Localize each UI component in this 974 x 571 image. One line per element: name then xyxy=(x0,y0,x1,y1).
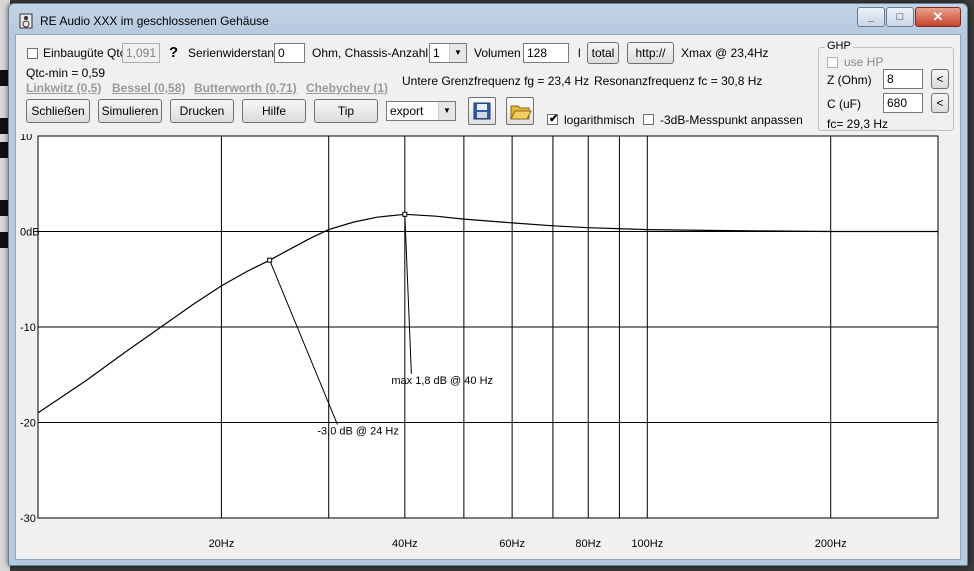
annotation-label: -3,0 dB @ 24 Hz xyxy=(317,425,398,437)
volumen-label: Volumen xyxy=(474,46,521,60)
x-tick-label: 40Hz xyxy=(392,538,418,550)
checkmark-icon: ✔ xyxy=(549,113,559,125)
simulate-button[interactable]: Simulieren xyxy=(98,99,162,123)
z-input[interactable]: 8 xyxy=(883,69,923,89)
annotation-label: max 1,8 dB @ 40 Hz xyxy=(391,375,493,387)
serienwiderstand-label: Serienwiderstand xyxy=(188,46,281,60)
z-arrow-button[interactable]: < xyxy=(931,69,949,89)
help-question-icon[interactable]: ? xyxy=(169,44,178,61)
y-tick-label: -30 xyxy=(20,513,36,525)
x-tick-label: 200Hz xyxy=(815,538,847,550)
http-button[interactable]: http:// xyxy=(627,42,674,64)
window-title: RE Audio XXX im geschlossenen Gehäuse xyxy=(40,14,269,28)
minimize-button[interactable]: _ xyxy=(857,7,885,27)
qtc-min-text: Qtc-min = 0,59 xyxy=(26,66,106,80)
usehp-checkbox[interactable] xyxy=(827,57,838,68)
c-arrow-button[interactable]: < xyxy=(931,93,949,113)
usehp-label: use HP xyxy=(844,55,884,69)
speaker-app-icon xyxy=(19,13,33,29)
x-tick-label: 20Hz xyxy=(209,538,235,550)
folder-open-icon xyxy=(510,105,532,120)
chassis-label: Ohm, Chassis-Anzahl xyxy=(312,46,429,60)
grenzfrequenz-text: Untere Grenzfrequenz fg = 23,4 Hz xyxy=(402,74,590,88)
x-tick-label: 100Hz xyxy=(631,538,663,550)
ghp-caption: GHP xyxy=(825,40,853,52)
app-window: RE Audio XXX im geschlossenen Gehäuse _ … xyxy=(8,3,968,566)
annotation-marker xyxy=(402,211,408,217)
help-button[interactable]: Hilfe xyxy=(242,99,306,123)
total-button[interactable]: total xyxy=(587,42,619,64)
floppy-disk-icon xyxy=(473,102,491,120)
frequency-response-chart: 10 0dB -10 -20 -30 20Hz 40Hz 60Hz 80Hz 100Hz 200Hz… xyxy=(20,134,939,550)
c-label: C (uF) xyxy=(827,97,861,111)
c-input[interactable]: 680 xyxy=(883,93,923,113)
chevron-down-icon: ▼ xyxy=(438,102,455,120)
chevron-down-icon: ▼ xyxy=(449,44,466,62)
client-area: Einbaugüte Qtc 1,091 ? Serienwiderstand … xyxy=(15,34,961,560)
ghp-group: GHP use HP Z (Ohm) 8 < C (uF) 680 < fc= … xyxy=(818,40,954,131)
xmax-text: Xmax @ 23,4Hz xyxy=(681,46,769,60)
link-bessel[interactable]: Bessel (0,58) xyxy=(112,81,185,95)
y-tick-label: -20 xyxy=(20,418,36,430)
resonanzfrequenz-text: Resonanzfrequenz fc = 30,8 Hz xyxy=(594,74,763,88)
db3-label: -3dB-Messpunkt anpassen xyxy=(660,113,803,127)
export-select[interactable]: export ▼ xyxy=(386,101,456,121)
link-linkwitz[interactable]: Linkwitz (0,5) xyxy=(26,81,101,95)
close-icon: ✕ xyxy=(932,9,944,24)
title-bar[interactable]: RE Audio XXX im geschlossenen Gehäuse _ … xyxy=(9,4,967,34)
chassis-select[interactable]: 1 ▼ xyxy=(429,43,467,63)
serienwiderstand-input[interactable]: 0 xyxy=(274,43,305,63)
chassis-value: 1 xyxy=(433,46,440,60)
liter-unit: l xyxy=(578,46,581,60)
maximize-button[interactable]: □ xyxy=(886,7,914,27)
y-tick-label: 10 xyxy=(20,134,32,143)
log-checkbox[interactable]: ✔ xyxy=(547,113,559,125)
open-button[interactable] xyxy=(506,97,534,125)
link-chebychev[interactable]: Chebychev (1) xyxy=(306,81,388,95)
maximize-icon: □ xyxy=(896,11,904,23)
db3-checkbox[interactable] xyxy=(643,114,654,125)
minimize-icon: _ xyxy=(867,11,875,23)
tip-button[interactable]: Tip xyxy=(314,99,378,123)
x-tick-label: 60Hz xyxy=(499,538,525,550)
volumen-input[interactable]: 128 xyxy=(523,43,569,63)
einbau-label: Einbaugüte Qtc xyxy=(43,46,126,60)
link-butterworth[interactable]: Butterworth (0,71) xyxy=(194,81,297,95)
qtc-input[interactable]: 1,091 xyxy=(122,43,160,63)
y-tick-label: -10 xyxy=(20,322,36,334)
z-label: Z (Ohm) xyxy=(827,73,872,87)
save-button[interactable] xyxy=(468,97,496,125)
export-value: export xyxy=(390,104,424,118)
close-window-button[interactable]: ✕ xyxy=(915,7,961,27)
annotation-marker xyxy=(267,257,273,263)
close-button[interactable]: Schließen xyxy=(26,99,90,123)
log-label: logarithmisch xyxy=(564,113,635,127)
einbau-checkbox[interactable] xyxy=(27,48,38,59)
x-tick-label: 80Hz xyxy=(575,538,601,550)
y-tick-label: 0dB xyxy=(20,227,40,239)
ghp-fc-text: fc= 29,3 Hz xyxy=(827,117,889,131)
print-button[interactable]: Drucken xyxy=(170,99,234,123)
